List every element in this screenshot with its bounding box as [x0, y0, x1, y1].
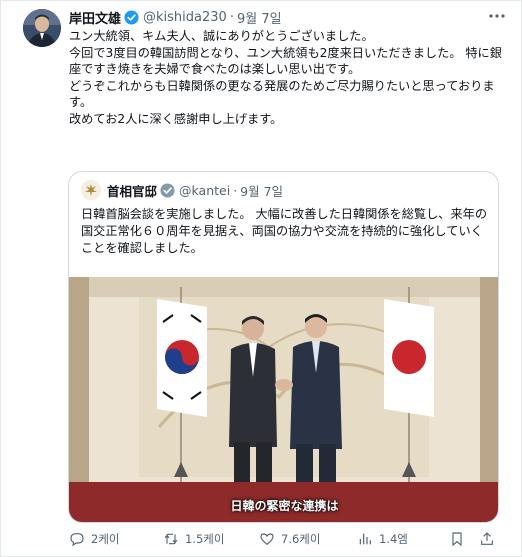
quote-verified-icon: [160, 182, 175, 198]
more-options-icon[interactable]: [487, 7, 507, 25]
bookmark-icon: [452, 532, 462, 547]
like-count: 7.6케이: [281, 532, 321, 546]
header-separator: ·: [229, 9, 234, 25]
tweet-line: どうぞこれからも日韓関係の更なる発展のためご尽力賜りたいと思っております。: [69, 78, 495, 110]
views-chart-icon: [359, 533, 371, 545]
photo-caption: 日韓の緊密な連携は: [230, 499, 339, 513]
tweet-card[interactable]: 岸田文雄 @kishida230 · 9월 7일 ユン大統領、キム夫人、誠にあり…: [0, 0, 522, 557]
author-name[interactable]: 岸田文雄: [69, 8, 121, 27]
retweet-icon: [164, 533, 178, 545]
quote-avatar[interactable]: [81, 180, 101, 200]
tweet-line: ユン大統領、キム夫人、誠にありがとうございました。: [69, 29, 374, 43]
share-icon: [481, 532, 493, 545]
quote-date[interactable]: 9월 7일: [240, 181, 283, 200]
heart-icon: [260, 533, 274, 546]
action-bar: 2케이 1.5케이 7.6케이 1.4엠: [69, 528, 509, 550]
view-count: 1.4엠: [379, 532, 408, 546]
quote-header: 首相官邸 @kantei · 9월 7일: [81, 180, 283, 200]
reply-count: 2케이: [91, 532, 120, 546]
quote-separator: ·: [233, 182, 238, 198]
bookmark-button[interactable]: [449, 528, 471, 550]
quote-text: 日韓首脳会談を実施しました。 大幅に改善した日韓関係を総覧し、来年の国交正常化６…: [81, 207, 488, 255]
share-button[interactable]: [479, 528, 501, 550]
quote-author-handle[interactable]: @kantei: [179, 183, 230, 198]
author-handle[interactable]: @kishida230: [143, 10, 227, 25]
tweet-date[interactable]: 9월 7일: [237, 8, 282, 27]
quote-photo[interactable]: 日韓の緊密な連携は: [69, 277, 498, 522]
retweet-count: 1.5케이: [185, 532, 225, 546]
reply-button[interactable]: 2케이: [69, 528, 119, 550]
tweet-text: ユン大統領、キム夫人、誠にありがとうございました。 今回で3度目の韓国訪問となり…: [69, 28, 505, 127]
tweet-header: 岸田文雄 @kishida230 · 9월 7일: [69, 7, 491, 27]
tweet-line: 今回で3度目の韓国訪問となり、ユン大統領も2度来日いただきました。 特に銀座です…: [69, 45, 502, 77]
quote-author-name[interactable]: 首相官邸: [107, 181, 157, 200]
author-avatar[interactable]: [23, 9, 61, 47]
verified-badge-icon: [124, 9, 139, 25]
retweet-button[interactable]: 1.5케이: [163, 528, 224, 550]
like-button[interactable]: 7.6케이: [259, 528, 320, 550]
views-button[interactable]: 1.4엠: [357, 528, 408, 550]
reply-icon: [70, 533, 84, 547]
quoted-tweet[interactable]: 首相官邸 @kantei · 9월 7일 日韓首脳会談を実施しました。 大幅に改…: [68, 171, 499, 523]
tweet-line: 改めてお2人に深く感謝申し上げます。: [69, 111, 283, 126]
